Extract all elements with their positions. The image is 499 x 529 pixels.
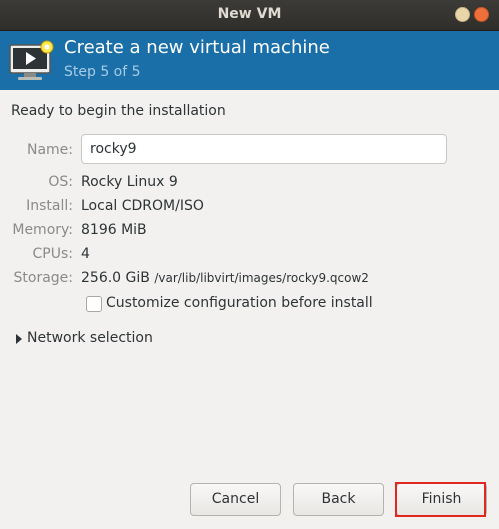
- customize-checkbox-label[interactable]: Customize configuration before install: [106, 295, 373, 311]
- storage-value: 256.0 GiB /var/lib/libvirt/images/rocky9…: [81, 270, 369, 286]
- cpus-value: 4: [81, 246, 90, 262]
- os-label: OS:: [48, 174, 73, 190]
- finish-button[interactable]: Finish: [396, 483, 487, 516]
- ready-heading: Ready to begin the installation: [11, 103, 226, 119]
- storage-size: 256.0 GiB: [81, 270, 150, 286]
- install-value: Local CDROM/ISO: [81, 198, 204, 214]
- name-label: Name:: [26, 142, 73, 158]
- storage-label: Storage:: [13, 270, 74, 286]
- os-value: Rocky Linux 9: [81, 174, 178, 190]
- customize-checkbox[interactable]: [86, 296, 102, 312]
- title-bar[interactable]: New VM: [0, 0, 499, 31]
- memory-value: 8196 MiB: [81, 222, 147, 238]
- header-step: Step 5 of 5: [64, 64, 141, 80]
- cancel-button[interactable]: Cancel: [190, 483, 281, 516]
- window-title: New VM: [217, 6, 282, 22]
- name-field[interactable]: [81, 134, 447, 164]
- wizard-header: Create a new virtual machine Step 5 of 5: [0, 31, 499, 90]
- cpus-label: CPUs:: [32, 246, 73, 262]
- install-label: Install:: [26, 198, 73, 214]
- memory-label: Memory:: [12, 222, 73, 238]
- expand-triangle-icon[interactable]: [16, 334, 22, 344]
- vm-monitor-icon: [9, 40, 54, 80]
- storage-path: /var/lib/libvirt/images/rocky9.qcow2: [154, 271, 369, 285]
- minimize-icon[interactable]: [455, 7, 470, 22]
- back-button[interactable]: Back: [293, 483, 384, 516]
- header-title: Create a new virtual machine: [64, 37, 330, 58]
- close-icon[interactable]: [474, 7, 489, 22]
- network-selection-label[interactable]: Network selection: [27, 330, 153, 346]
- new-vm-dialog: New VM Create a new virtual machine Step…: [0, 0, 499, 529]
